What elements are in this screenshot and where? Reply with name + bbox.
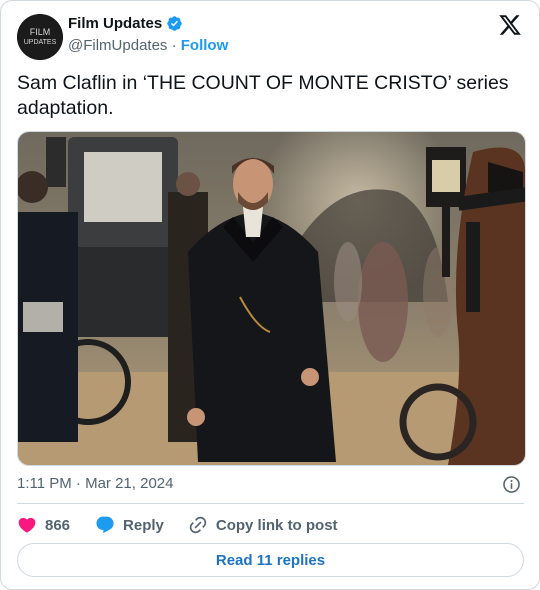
author-name-row: Film Updates — [68, 15, 183, 32]
avatar-logo-text: UPDATES — [24, 39, 57, 46]
tweet-date: Mar 21, 2024 — [85, 475, 174, 492]
avatar[interactable]: FILM UPDATES — [17, 14, 63, 60]
reply-button[interactable]: Reply — [95, 515, 164, 535]
reply-label: Reply — [123, 516, 164, 534]
like-button[interactable]: 866 — [17, 515, 70, 535]
info-icon[interactable] — [502, 475, 521, 494]
tweet-photo[interactable] — [17, 131, 526, 466]
author-handle-row: @FilmUpdates · Follow — [68, 37, 228, 54]
verified-badge-icon — [167, 16, 182, 31]
like-count: 866 — [45, 516, 71, 534]
tweet-time: 1:11 PM — [17, 475, 72, 492]
copy-link-label: Copy link to post — [215, 516, 338, 534]
avatar-logo-text: FILM — [30, 27, 51, 37]
link-icon — [189, 516, 207, 534]
photo-scene — [18, 132, 525, 465]
heart-icon — [18, 517, 36, 533]
author-name[interactable]: Film Updates — [68, 15, 162, 32]
author-handle[interactable]: @FilmUpdates — [68, 37, 167, 54]
tweet-timestamp[interactable]: 1:11 PM · Mar 21, 2024 — [17, 475, 173, 492]
x-logo-icon[interactable] — [498, 13, 522, 37]
tweet-card: FILM UPDATES Film Updates @FilmUpdates ·… — [0, 0, 540, 590]
separator-dot: · — [75, 475, 81, 492]
tweet-text: Sam Claflin in ‘THE COUNT OF MONTE CRIST… — [17, 72, 509, 119]
follow-button[interactable]: Follow — [181, 37, 229, 54]
speech-bubble-icon — [96, 516, 114, 534]
read-replies-button[interactable]: Read 11 replies — [17, 543, 524, 577]
divider — [17, 503, 524, 504]
separator-dot: · — [171, 37, 177, 54]
copy-link-button[interactable]: Copy link to post — [188, 515, 338, 535]
action-bar: 866 Reply Copy link to post — [17, 514, 338, 536]
